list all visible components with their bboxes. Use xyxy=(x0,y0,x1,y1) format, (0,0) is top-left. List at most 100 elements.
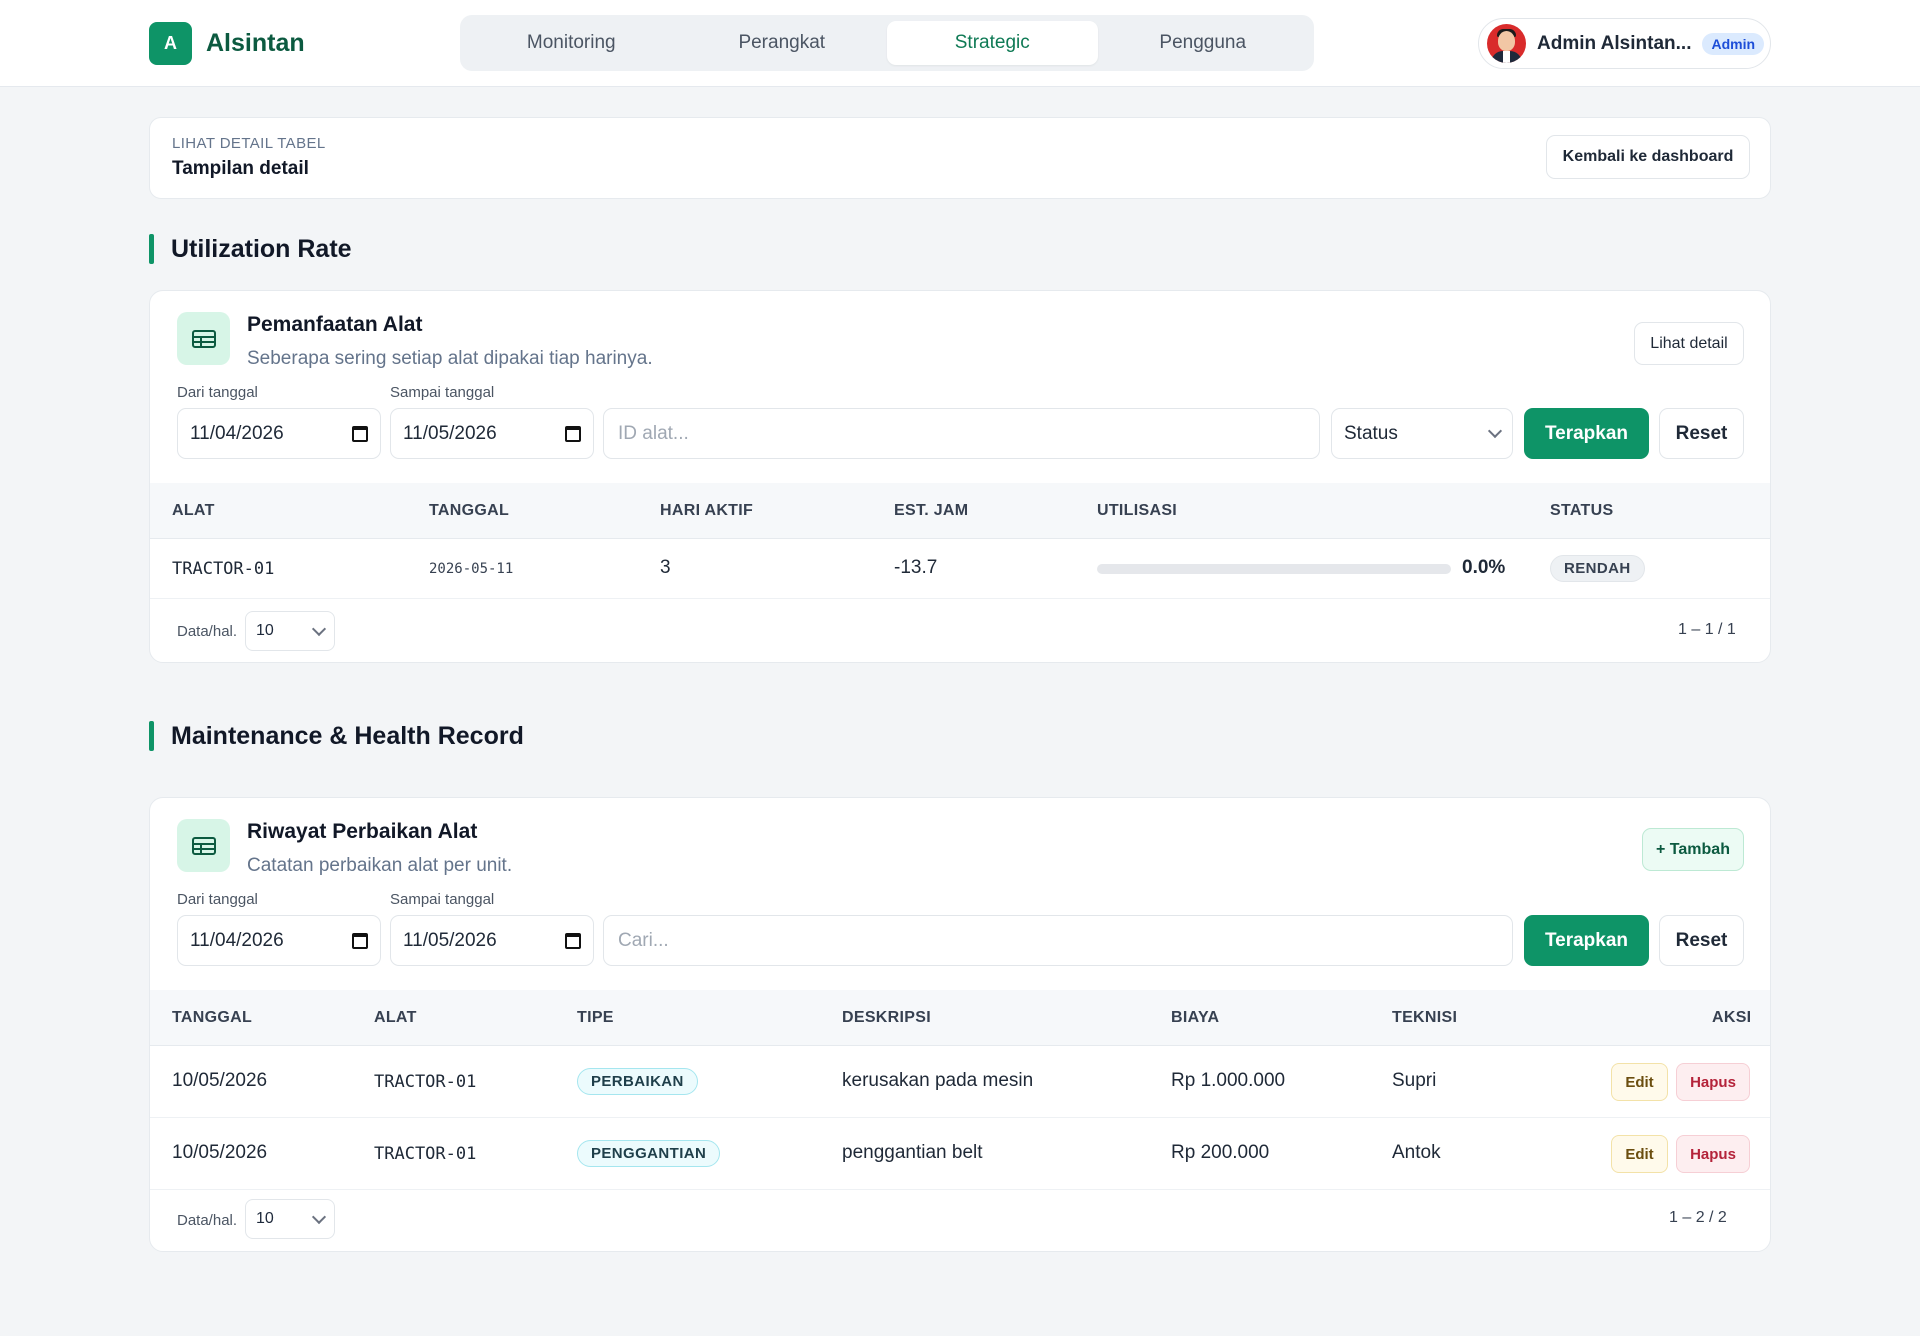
to-date-input[interactable]: 11/05/2026 xyxy=(390,915,594,966)
column-header[interactable]: ALAT xyxy=(374,1009,417,1027)
tab-perangkat[interactable]: Perangkat xyxy=(677,21,888,65)
from-date-label: Dari tanggal xyxy=(177,891,258,908)
tab-strategic[interactable]: Strategic xyxy=(887,21,1098,65)
apply-button[interactable]: Terapkan xyxy=(1524,915,1649,966)
column-header[interactable]: HARI AKTIF xyxy=(660,502,753,520)
edit-button[interactable]: Edit xyxy=(1611,1063,1668,1101)
cell-deskripsi: kerusakan pada mesin xyxy=(842,1070,1034,1091)
per-page-select[interactable]: 10 xyxy=(245,611,335,651)
cell-tanggal: 2026-05-11 xyxy=(429,561,514,577)
from-date-value: 11/04/2026 xyxy=(190,929,284,951)
brand[interactable]: A Alsintan xyxy=(149,22,305,65)
cell-alat: TRACTOR-01 xyxy=(172,559,275,579)
search-input[interactable] xyxy=(603,915,1513,966)
table-row[interactable]: TRACTOR-01 2026-05-11 3 -13.7 0.0% RENDA… xyxy=(150,539,1770,599)
from-date-input[interactable]: 11/04/2026 xyxy=(177,915,381,966)
tab-pengguna[interactable]: Pengguna xyxy=(1098,21,1309,65)
role-badge: Admin xyxy=(1702,32,1765,55)
delete-button[interactable]: Hapus xyxy=(1676,1135,1750,1173)
chevron-down-icon xyxy=(311,1209,327,1224)
column-header[interactable]: DESKRIPSI xyxy=(842,1009,931,1027)
cell-deskripsi: penggantian belt xyxy=(842,1142,983,1163)
to-date-input[interactable]: 11/05/2026 xyxy=(390,408,594,459)
section-title: Maintenance & Health Record xyxy=(171,721,524,750)
from-date-value: 11/04/2026 xyxy=(190,422,284,444)
cell-hari-aktif: 3 xyxy=(660,557,671,578)
back-to-dashboard-button[interactable]: Kembali ke dashboard xyxy=(1546,135,1750,179)
section-heading-utilization: Utilization Rate xyxy=(149,234,352,264)
maintenance-card: Riwayat Perbaikan Alat Catatan perbaikan… xyxy=(149,797,1771,1252)
cell-tanggal: 10/05/2026 xyxy=(172,1070,268,1091)
cell-biaya: Rp 200.000 xyxy=(1171,1142,1270,1163)
delete-button[interactable]: Hapus xyxy=(1676,1063,1750,1101)
status-select[interactable]: Status xyxy=(1331,408,1513,459)
cell-utilisasi: 0.0% xyxy=(1462,557,1506,578)
calendar-icon[interactable] xyxy=(352,425,368,442)
user-name: Admin Alsintan... xyxy=(1537,32,1692,54)
column-header[interactable]: TANGGAL xyxy=(172,1009,252,1027)
column-header[interactable]: ALAT xyxy=(172,502,215,520)
detail-kicker: LIHAT DETAIL TABEL xyxy=(172,135,326,152)
view-detail-button[interactable]: Lihat detail xyxy=(1634,322,1744,365)
calendar-icon[interactable] xyxy=(565,932,581,949)
card-subtitle: Seberapa sering setiap alat dipakai tiap… xyxy=(247,348,653,369)
status-badge: RENDAH xyxy=(1550,555,1645,582)
section-heading-maintenance: Maintenance & Health Record xyxy=(149,721,524,751)
cell-alat: TRACTOR-01 xyxy=(374,1072,477,1092)
tab-monitoring[interactable]: Monitoring xyxy=(466,21,677,65)
brand-logo: A xyxy=(149,22,192,65)
per-page-value: 10 xyxy=(256,1210,274,1227)
cell-biaya: Rp 1.000.000 xyxy=(1171,1070,1286,1091)
to-date-label: Sampai tanggal xyxy=(390,384,495,401)
cell-tanggal: 10/05/2026 xyxy=(172,1142,268,1163)
from-date-input[interactable]: 11/04/2026 xyxy=(177,408,381,459)
add-record-button[interactable]: + Tambah xyxy=(1642,828,1744,871)
card-title: Riwayat Perbaikan Alat xyxy=(247,820,478,843)
column-header[interactable]: AKSI xyxy=(1712,1009,1751,1027)
reset-button[interactable]: Reset xyxy=(1659,408,1744,459)
column-header[interactable]: TEKNISI xyxy=(1392,1009,1457,1027)
chevron-down-icon xyxy=(1487,423,1503,439)
detail-header-card: LIHAT DETAIL TABEL Tampilan detail Kemba… xyxy=(149,117,1771,199)
avatar xyxy=(1487,24,1526,63)
section-accent-bar xyxy=(149,234,154,264)
table-row[interactable]: 10/05/2026 TRACTOR-01 PENGGANTIAN pengga… xyxy=(150,1118,1770,1190)
column-header[interactable]: EST. JAM xyxy=(894,502,968,520)
device-id-input[interactable] xyxy=(603,408,1320,459)
column-header[interactable]: TIPE xyxy=(577,1009,614,1027)
type-badge: PENGGANTIAN xyxy=(577,1140,721,1167)
column-header[interactable]: UTILISASI xyxy=(1097,502,1177,520)
brand-name: Alsintan xyxy=(206,29,305,57)
top-bar: A Alsintan Monitoring Perangkat Strategi… xyxy=(0,0,1920,87)
calendar-icon[interactable] xyxy=(565,425,581,442)
detail-title: Tampilan detail xyxy=(172,158,309,179)
cell-teknisi: Antok xyxy=(1392,1142,1441,1163)
column-header[interactable]: STATUS xyxy=(1550,502,1613,520)
per-page-select[interactable]: 10 xyxy=(245,1199,335,1239)
table-icon xyxy=(177,312,230,365)
section-title: Utilization Rate xyxy=(171,234,352,263)
per-page-label: Data/hal. xyxy=(177,623,238,640)
chevron-down-icon xyxy=(311,621,327,636)
cell-alat: TRACTOR-01 xyxy=(374,1144,477,1164)
column-header[interactable]: BIAYA xyxy=(1171,1009,1219,1027)
to-date-value: 11/05/2026 xyxy=(403,929,497,951)
apply-button[interactable]: Terapkan xyxy=(1524,408,1649,459)
table-icon xyxy=(177,819,230,872)
card-title: Pemanfaatan Alat xyxy=(247,313,423,336)
reset-button[interactable]: Reset xyxy=(1659,915,1744,966)
per-page-value: 10 xyxy=(256,622,274,639)
pagination-info: 1 – 2 / 2 xyxy=(1669,1209,1727,1226)
column-header[interactable]: TANGGAL xyxy=(429,502,509,520)
edit-button[interactable]: Edit xyxy=(1611,1135,1668,1173)
table-header: TANGGAL ALAT TIPE DESKRIPSI BIAYA TEKNIS… xyxy=(150,990,1770,1046)
table-row[interactable]: 10/05/2026 TRACTOR-01 PERBAIKAN kerusaka… xyxy=(150,1046,1770,1118)
type-badge: PERBAIKAN xyxy=(577,1068,698,1095)
cell-est-jam: -13.7 xyxy=(894,557,938,578)
cell-teknisi: Supri xyxy=(1392,1070,1437,1091)
user-menu[interactable]: Admin Alsintan... Admin xyxy=(1478,18,1771,69)
calendar-icon[interactable] xyxy=(352,932,368,949)
table-header: ALAT TANGGAL HARI AKTIF EST. JAM UTILISA… xyxy=(150,483,1770,539)
utilization-progress-bar xyxy=(1097,564,1451,574)
card-subtitle: Catatan perbaikan alat per unit. xyxy=(247,855,513,876)
